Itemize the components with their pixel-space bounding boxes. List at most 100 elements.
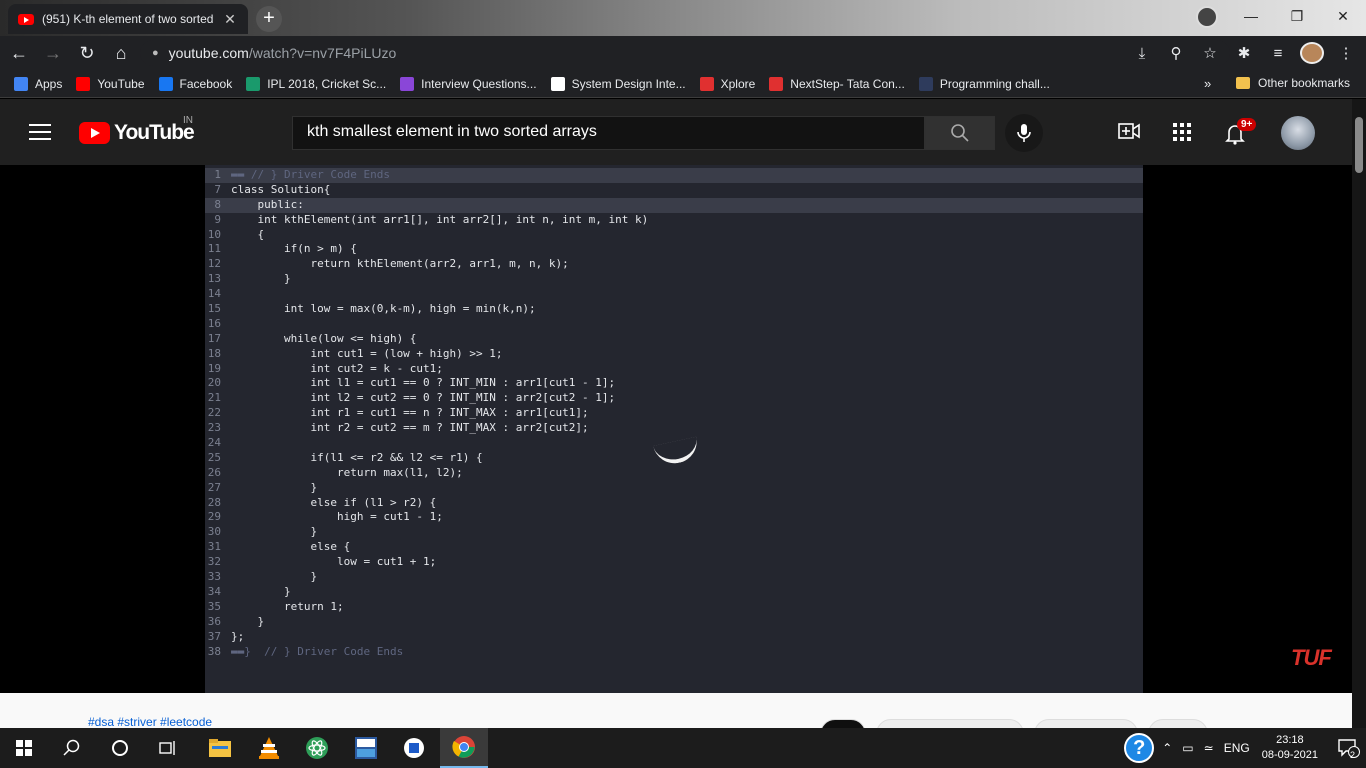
- code-line: 35 return 1;: [205, 600, 1143, 615]
- bookmark-item[interactable]: System Design Inte...: [550, 76, 686, 91]
- back-icon[interactable]: ←: [4, 38, 34, 68]
- code-text: public:: [231, 197, 304, 211]
- line-number: 32: [207, 555, 221, 569]
- language-indicator[interactable]: ENG: [1224, 741, 1250, 755]
- close-tab-icon[interactable]: ✕: [222, 11, 238, 28]
- bookmark-item[interactable]: Xplore: [699, 76, 755, 91]
- code-line: 15 int low = max(0,k-m), high = min(k,n)…: [205, 302, 1143, 317]
- code-line: 38 ▬▬} // } Driver Code Ends: [205, 645, 1143, 660]
- code-text: ▬▬ // } Driver Code Ends: [231, 168, 390, 181]
- code-text: }: [231, 480, 318, 494]
- profile-avatar[interactable]: [1300, 42, 1324, 64]
- action-center-button[interactable]: 2: [1332, 738, 1366, 760]
- taskbar-file-explorer[interactable]: [196, 728, 244, 768]
- search-button[interactable]: [925, 116, 995, 150]
- account-avatar[interactable]: [1281, 116, 1315, 150]
- code-text: }: [231, 272, 291, 286]
- bookmark-item[interactable]: NextStep- Tata Con...: [769, 76, 905, 91]
- wifi-icon[interactable]: ≃: [1204, 741, 1214, 755]
- code-line: 17 while(low <= high) {: [205, 332, 1143, 347]
- below-video-area: #dsa #striver #leetcode: [0, 693, 1352, 749]
- bookmark-item[interactable]: Programming chall...: [918, 76, 1050, 91]
- code-line: 27 }: [205, 481, 1143, 496]
- bookmark-item[interactable]: YouTube: [76, 76, 145, 91]
- restore-icon[interactable]: ❐: [1274, 0, 1320, 32]
- watch-page: 1 ▬▬ // } Driver Code Ends 7 class Solution…: [0, 165, 1352, 693]
- other-bookmarks[interactable]: Other bookmarks: [1236, 76, 1350, 90]
- code-text: };: [231, 629, 245, 643]
- code-line: 12 return kthElement(arr2, arr1, m, n, k…: [205, 257, 1143, 272]
- code-text: int low = max(0,k-m), high = min(k,n);: [231, 302, 536, 316]
- bookmark-item[interactable]: Interview Questions...: [400, 76, 537, 91]
- line-number: 9: [214, 212, 221, 226]
- battery-icon[interactable]: ▭: [1182, 741, 1193, 755]
- line-number: 25: [207, 450, 221, 464]
- taskbar-atom[interactable]: [293, 728, 341, 768]
- create-video-icon[interactable]: [1118, 123, 1140, 144]
- help-icon[interactable]: ?: [1124, 733, 1155, 763]
- code-text: int r1 = cut1 == n ? INT_MAX : arr1[cut1…: [231, 406, 589, 420]
- code-text: int l1 = cut1 == 0 ? INT_MIN : arr1[cut1…: [231, 376, 616, 390]
- line-number: 24: [207, 436, 221, 450]
- search-input[interactable]: kth smallest element in two sorted array…: [292, 116, 925, 150]
- code-text: return max(l1, l2);: [231, 465, 463, 479]
- facebook-icon: [158, 76, 173, 91]
- show-hidden-icons[interactable]: ⌃: [1162, 741, 1172, 755]
- code-line: 1 ▬▬ // } Driver Code Ends: [205, 168, 1143, 183]
- forward-icon[interactable]: →: [38, 38, 68, 68]
- more-bookmarks-button[interactable]: »: [1204, 76, 1211, 91]
- zoom-icon[interactable]: ⚲: [1164, 44, 1188, 62]
- bookmark-label: IPL 2018, Cricket Sc...: [267, 76, 387, 91]
- code-line: 30 }: [205, 525, 1143, 540]
- youtube-logo[interactable]: YouTube IN: [79, 115, 195, 145]
- code-line: 21 int l2 = cut2 == 0 ? INT_MIN : arr2[c…: [205, 391, 1143, 406]
- video-player[interactable]: 1 ▬▬ // } Driver Code Ends 7 class Solution…: [205, 165, 1332, 693]
- system-clock[interactable]: 23:18 08-09-2021: [1262, 733, 1318, 763]
- cortana-button[interactable]: [96, 728, 144, 768]
- tab-search-icon[interactable]: [1196, 6, 1218, 28]
- line-number: 18: [207, 346, 221, 360]
- browser-tab[interactable]: (951) K-th element of two sorted ✕: [8, 4, 248, 34]
- new-tab-button[interactable]: +: [256, 6, 282, 32]
- apps-grid-icon[interactable]: [1173, 123, 1191, 146]
- bookmark-item[interactable]: IPL 2018, Cricket Sc...: [246, 76, 387, 91]
- bookmark-star-icon[interactable]: ☆: [1198, 44, 1222, 62]
- code-text: int cut2 = k - cut1;: [231, 361, 443, 375]
- code-line: 23 int r2 = cut2 == m ? INT_MAX : arr2[c…: [205, 421, 1143, 436]
- line-number: 38: [207, 644, 221, 658]
- video-hashtags[interactable]: #dsa #striver #leetcode: [88, 715, 212, 729]
- code-line: 29 high = cut1 - 1;: [205, 510, 1143, 525]
- line-number: 30: [207, 525, 221, 539]
- media-control-icon[interactable]: ≡: [1266, 45, 1290, 62]
- code-line: 22 int r1 = cut1 == n ? INT_MAX : arr1[c…: [205, 406, 1143, 421]
- install-icon[interactable]: ⤓: [1130, 45, 1154, 62]
- start-button[interactable]: [0, 728, 48, 768]
- bookmark-item[interactable]: Facebook: [158, 76, 232, 91]
- taskbar-vlc[interactable]: [245, 728, 293, 768]
- minimize-icon[interactable]: —: [1228, 0, 1274, 32]
- scroll-thumb[interactable]: [1355, 117, 1363, 173]
- clock-time: 23:18: [1276, 734, 1304, 746]
- address-bar[interactable]: ● youtube.com /watch?v=nv7F4PiLUzo: [140, 40, 1230, 66]
- voice-search-button[interactable]: [1005, 114, 1043, 152]
- reload-icon[interactable]: ↻: [72, 38, 102, 68]
- bookmark-label: NextStep- Tata Con...: [790, 76, 905, 91]
- taskbar-chrome[interactable]: [440, 728, 488, 768]
- code-line: 9 int kthElement(int arr1[], int arr2[],…: [205, 213, 1143, 228]
- taskbar-notion[interactable]: [390, 728, 438, 768]
- youtube-play-icon: [79, 122, 110, 144]
- menu-icon[interactable]: [29, 124, 51, 140]
- close-window-icon[interactable]: ✕: [1320, 0, 1366, 32]
- lock-icon[interactable]: ●: [152, 47, 159, 59]
- page-scrollbar[interactable]: [1352, 99, 1366, 728]
- code-text: ▬▬} // } Driver Code Ends: [231, 644, 404, 658]
- home-icon[interactable]: ⌂: [106, 38, 136, 68]
- code-text: int l2 = cut2 == 0 ? INT_MIN : arr2[cut2…: [231, 391, 616, 405]
- task-view-button[interactable]: [144, 728, 192, 768]
- taskbar-search-button[interactable]: [48, 728, 96, 768]
- extensions-icon[interactable]: ✱: [1232, 44, 1256, 62]
- bookmark-item[interactable]: Apps: [14, 76, 62, 91]
- taskbar-devcpp[interactable]: [342, 728, 390, 768]
- code-text: high = cut1 - 1;: [231, 510, 443, 524]
- chrome-menu-icon[interactable]: ⋮: [1334, 44, 1358, 62]
